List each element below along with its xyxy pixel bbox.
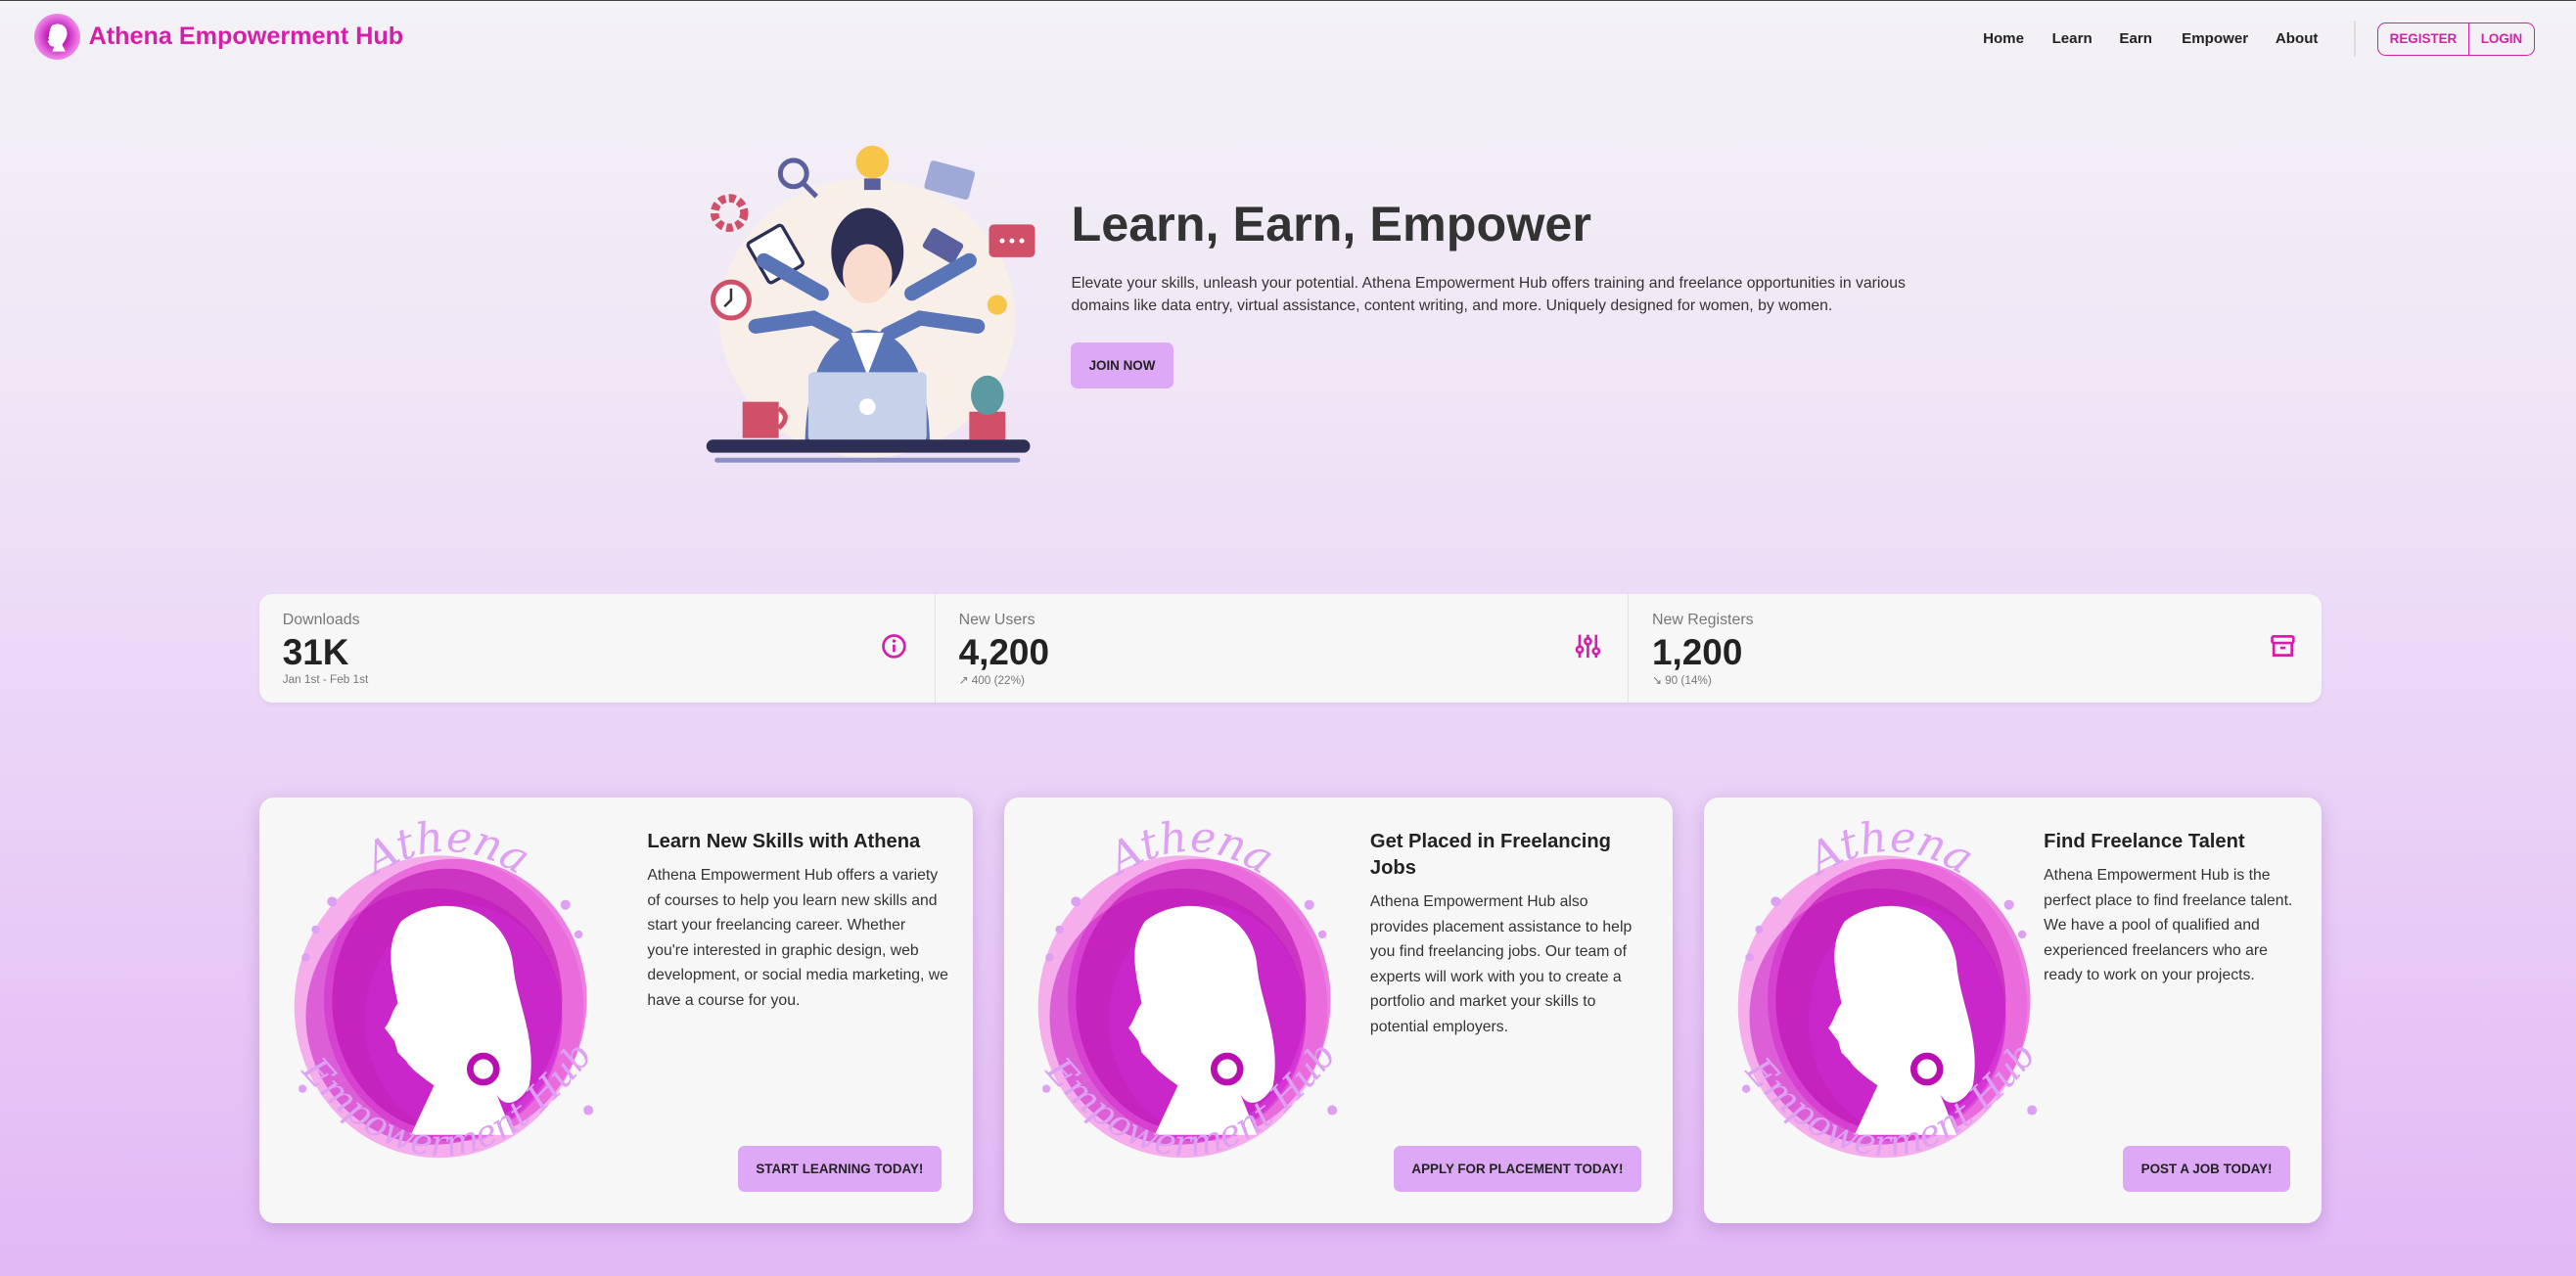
login-button[interactable]: LOGIN [2467, 23, 2534, 55]
stat-sub: ↗ 400 (22%) [958, 673, 1025, 687]
nav-empower[interactable]: Empower [2182, 30, 2248, 47]
stat-sub: Jan 1st - Feb 1st [282, 672, 369, 686]
info-circle-icon [881, 634, 906, 659]
logo-icon [34, 14, 81, 61]
join-now-button[interactable]: JOIN NOW [1071, 342, 1173, 389]
apply-placement-button[interactable]: APPLY FOR PLACEMENT TODAY! [1393, 1145, 1641, 1192]
stat-sub: ↘ 90 (14%) [1651, 673, 1712, 687]
sliders-icon [1575, 634, 1601, 659]
stats-panel: Downloads 31K Jan 1st - Feb 1st New User… [259, 593, 2322, 703]
hero-text: Elevate your skills, unleash your potent… [1071, 274, 1906, 315]
card-body: Athena Empowerment Hub is the perfect pl… [2044, 867, 2293, 984]
hero-heading: Learn, Earn, Empower [1071, 196, 1591, 252]
stat-value: 4,200 [958, 631, 1049, 672]
start-learning-button[interactable]: START LEARNING TODAY! [737, 1145, 942, 1192]
card-title: Learn New Skills with Athena [647, 831, 921, 852]
register-button[interactable]: REGISTER [2378, 23, 2468, 55]
auth-buttons: REGISTER LOGIN [2376, 22, 2535, 56]
card-body: Athena Empowerment Hub offers a variety … [647, 867, 948, 1009]
nav-earn[interactable]: Earn [2119, 30, 2152, 47]
feature-card-learn: Athena Empowerment Hub Learn New Skills … [259, 798, 973, 1223]
card-body: Athena Empowerment Hub also provides pla… [1369, 893, 1633, 1035]
hero-illustration [706, 145, 1035, 463]
archive-icon [2271, 635, 2295, 658]
stat-new-registers: New Registers 1,200 ↘ 90 (14%) [1628, 593, 2322, 703]
card-title: Find Freelance Talent [2044, 831, 2245, 852]
nav-about[interactable]: About [2276, 30, 2319, 47]
nav-divider [2354, 21, 2357, 58]
stat-value: 31K [282, 631, 349, 672]
brand[interactable]: Athena Empowerment Hub [34, 14, 404, 61]
stat-label: New Users [958, 612, 1035, 629]
post-job-button[interactable]: POST A JOB TODAY! [2123, 1145, 2290, 1192]
card-title: Get Placed in Freelancing Jobs [1369, 831, 1611, 879]
nav-home[interactable]: Home [1983, 30, 2024, 47]
stat-downloads: Downloads 31K Jan 1st - Feb 1st [259, 594, 935, 703]
stat-value: 1,200 [1651, 631, 1743, 672]
brand-title: Athena Empowerment Hub [88, 23, 404, 51]
nav-learn[interactable]: Learn [2052, 30, 2093, 47]
stat-label: New Registers [1651, 612, 1754, 629]
page: Athena Empowerment Hub Home Learn Earn E… [0, 0, 2576, 1276]
stat-new-users: New Users 4,200 ↗ 400 (22%) [935, 593, 1629, 703]
feature-card-placement: Athena Empowerment Hub Get Placed in Fre… [1003, 798, 1673, 1223]
feature-card-talent: Athena Empowerment Hub Find Freelance Ta… [1703, 798, 2322, 1223]
stat-label: Downloads [282, 612, 360, 629]
